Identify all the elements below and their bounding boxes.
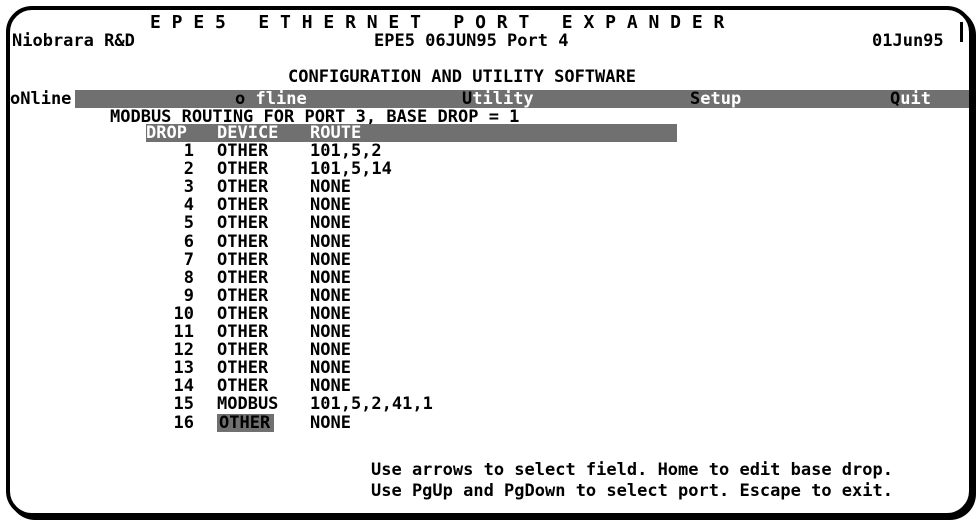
device-cell[interactable]: OTHER — [217, 323, 268, 341]
drop-cell: 2 — [183, 159, 194, 180]
route-cell[interactable]: NONE — [310, 196, 351, 214]
route-cell[interactable]: NONE — [310, 287, 351, 305]
route-cell[interactable]: NONE — [310, 341, 351, 359]
table-row[interactable]: 8 OTHER NONE — [10, 269, 969, 287]
table-row[interactable]: 15 MODBUS 101,5,2,41,1 — [10, 395, 969, 413]
route-cell[interactable]: NONE — [310, 233, 351, 251]
route-cell[interactable]: NONE — [310, 377, 351, 395]
table-row[interactable]: 7 OTHER NONE — [10, 251, 969, 269]
table-header: DROP DEVICE ROUTE — [146, 124, 677, 142]
help-line-2: Use PgUp and PgDown to select port. Esca… — [371, 481, 893, 501]
table-row[interactable]: 3 OTHER NONE — [10, 178, 969, 196]
drop-cell: 13 — [173, 358, 194, 379]
column-header-route: ROUTE — [310, 123, 362, 143]
table-row[interactable]: 2 OTHER 101,5,14 — [10, 160, 969, 178]
dos-screen: E P E 5 E T H E R N E T P O R T E X P A … — [10, 10, 969, 513]
menu-quit-hotkey: Q — [890, 89, 901, 109]
menu-utility-hotkey: U — [462, 89, 473, 109]
table-row[interactable]: 12 OTHER NONE — [10, 341, 969, 359]
route-cell[interactable]: NONE — [310, 305, 351, 323]
drop-cell: 5 — [183, 213, 194, 234]
menu-quit-label: uit — [900, 89, 931, 109]
device-cell[interactable]: OTHER — [217, 233, 268, 251]
date-label: 01Jun95 — [872, 31, 944, 51]
table-row[interactable]: 10 OTHER NONE — [10, 305, 969, 323]
drop-cell: 1 — [183, 141, 194, 161]
text-cursor — [960, 22, 963, 42]
device-cell[interactable]: OTHER — [217, 160, 268, 178]
table-row[interactable]: 1 OTHER 101,5,2 — [10, 142, 969, 160]
device-cell[interactable]: OTHER — [217, 142, 268, 160]
menu-setup[interactable]: Setup — [690, 90, 741, 108]
route-cell[interactable]: 101,5,2 — [310, 142, 382, 160]
menu-utility[interactable]: Utility — [462, 90, 534, 108]
device-cell[interactable]: OTHER — [217, 341, 268, 359]
drop-cell: 12 — [173, 340, 194, 361]
table-row[interactable]: 13 OTHER NONE — [10, 359, 969, 377]
table-row[interactable]: 4 OTHER NONE — [10, 196, 969, 214]
menu-offline-prefix: o — [235, 89, 246, 109]
menu-setup-hotkey: S — [690, 89, 701, 109]
route-cell[interactable]: NONE — [310, 178, 351, 196]
help-line-1: Use arrows to select field. Home to edit… — [371, 460, 893, 480]
column-header-device: DEVICE — [217, 123, 279, 143]
column-header-drop: DROP — [146, 123, 187, 143]
route-cell[interactable]: NONE — [310, 214, 351, 232]
table-row[interactable]: 6 OTHER NONE — [10, 233, 969, 251]
drop-cell: 8 — [183, 267, 194, 288]
device-cell[interactable]: OTHER — [217, 269, 268, 287]
version-label: EPE5 06JUN95 Port 4 — [374, 31, 569, 51]
route-cell[interactable]: 101,5,2,41,1 — [310, 395, 433, 413]
subtitle: CONFIGURATION AND UTILITY SOFTWARE — [288, 67, 636, 87]
route-cell[interactable]: NONE — [310, 269, 351, 287]
table-row[interactable]: 11 OTHER NONE — [10, 323, 969, 341]
device-cell[interactable]: OTHER — [217, 178, 268, 196]
menu-offline-hotkey: F — [245, 89, 256, 109]
table-row[interactable]: 16 OTHER NONE — [10, 412, 969, 433]
device-cell[interactable]: OTHER — [217, 359, 268, 377]
menu-quit[interactable]: Quit — [890, 90, 931, 108]
drop-cell: 3 — [183, 177, 194, 198]
device-cell[interactable]: OTHER — [217, 377, 268, 395]
drop-cell: 14 — [173, 376, 194, 397]
device-cell[interactable]: OTHER — [217, 196, 268, 214]
route-cell[interactable]: NONE — [310, 359, 351, 377]
drop-cell: 16 — [173, 412, 194, 433]
menu-setup-label: etup — [700, 89, 742, 109]
device-cell[interactable]: OTHER — [217, 214, 268, 232]
drop-cell: 11 — [173, 322, 194, 342]
device-cell[interactable]: OTHER — [217, 413, 275, 432]
menu-utility-label: tility — [472, 89, 534, 109]
table-row[interactable]: 9 OTHER NONE — [10, 287, 969, 305]
drop-cell: 7 — [183, 249, 194, 270]
device-cell[interactable]: MODBUS — [217, 395, 278, 413]
drop-cell: 9 — [183, 285, 194, 306]
app-title: E P E 5 E T H E R N E T P O R T E X P A … — [150, 12, 725, 33]
device-cell[interactable]: OTHER — [217, 287, 268, 305]
menu-bar: oNline oFfline Utility Setup Quit — [10, 90, 969, 108]
route-cell[interactable]: NONE — [310, 323, 351, 341]
drop-cell: 6 — [183, 231, 194, 252]
drop-cell: 4 — [183, 195, 194, 216]
company-name: Niobrara R&D — [12, 31, 135, 51]
terminal-frame: E P E 5 E T H E R N E T P O R T E X P A … — [6, 6, 973, 517]
device-cell[interactable]: OTHER — [217, 305, 268, 323]
menu-offline[interactable]: oFfline — [235, 90, 307, 108]
drop-cell: 15 — [173, 394, 194, 415]
route-cell[interactable]: 101,5,14 — [310, 160, 392, 178]
table-row[interactable]: 14 OTHER NONE — [10, 377, 969, 395]
menu-offline-label: fline — [255, 89, 307, 109]
route-cell[interactable]: NONE — [310, 414, 351, 432]
drop-cell: 10 — [173, 303, 194, 324]
route-cell[interactable]: NONE — [310, 251, 351, 269]
table-row[interactable]: 5 OTHER NONE — [10, 214, 969, 232]
menu-online[interactable]: oNline — [10, 90, 76, 108]
device-cell[interactable]: OTHER — [217, 251, 268, 269]
